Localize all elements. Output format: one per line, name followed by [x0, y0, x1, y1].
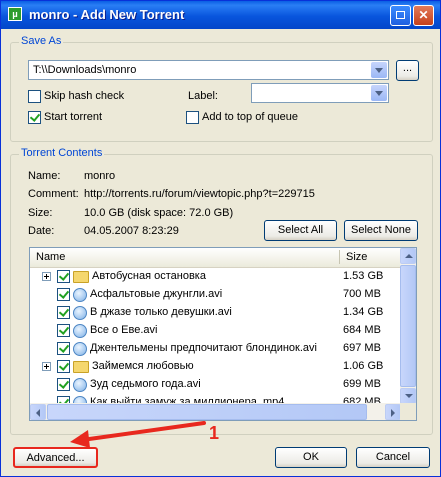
column-divider[interactable]: [339, 250, 340, 264]
date-key: Date:: [28, 225, 55, 237]
item-size: 699 MB: [343, 378, 381, 390]
item-name: В джазе только девушки.avi: [90, 306, 232, 318]
maximize-button[interactable]: [390, 5, 411, 26]
advanced-button[interactable]: Advanced...: [13, 447, 98, 468]
vertical-scroll-thumb[interactable]: [400, 265, 416, 387]
column-size-header[interactable]: Size: [346, 251, 367, 263]
media-file-icon: [73, 342, 87, 356]
cancel-button[interactable]: Cancel: [356, 447, 430, 468]
name-key: Name:: [28, 170, 61, 182]
torrent-contents-group-label: Torrent Contents: [19, 147, 105, 159]
list-item[interactable]: Джентельмены предпочитают блондинок.avi …: [30, 340, 401, 358]
item-size: 1.06 GB: [343, 360, 384, 372]
browse-button[interactable]: ...: [396, 60, 419, 81]
chevron-down-icon[interactable]: [371, 62, 387, 78]
title-bar[interactable]: μ monro - Add New Torrent ✕: [1, 1, 440, 29]
size-key: Size:: [28, 207, 53, 219]
item-name: Асфальтовые джунгли.avi: [90, 288, 223, 300]
chevron-down-icon[interactable]: [371, 85, 387, 101]
media-file-icon: [73, 306, 87, 320]
list-item[interactable]: Асфальтовые джунгли.avi 700 MB: [30, 286, 401, 304]
save-path-combo[interactable]: T:\\Downloads\monro: [28, 60, 389, 80]
horizontal-scrollbar[interactable]: [30, 403, 402, 420]
folder-icon: [73, 271, 89, 283]
media-file-icon: [73, 324, 87, 338]
scroll-corner: [400, 403, 416, 420]
item-size: 697 MB: [343, 342, 381, 354]
label-combo[interactable]: [251, 83, 389, 103]
media-file-icon: [73, 378, 87, 392]
add-top-queue-checkbox[interactable]: [186, 111, 199, 124]
expand-icon[interactable]: [42, 272, 51, 281]
list-item[interactable]: Все о Еве.avi 684 MB: [30, 322, 401, 340]
comment-key: Comment:: [28, 188, 79, 200]
ok-button[interactable]: OK: [275, 447, 347, 468]
scroll-right-icon[interactable]: [385, 404, 401, 420]
column-name-header[interactable]: Name: [36, 251, 65, 263]
item-name: Автобусная остановка: [92, 270, 206, 282]
scroll-down-icon[interactable]: [400, 388, 416, 404]
list-item[interactable]: В джазе только девушки.avi 1.34 GB: [30, 304, 401, 322]
utorrent-icon: μ: [8, 7, 22, 21]
item-checkbox[interactable]: [57, 378, 70, 391]
item-checkbox[interactable]: [57, 270, 70, 283]
list-item[interactable]: Зуд седьмого года.avi 699 MB: [30, 376, 401, 394]
window-title: monro - Add New Torrent: [29, 7, 185, 22]
vertical-scrollbar[interactable]: [400, 248, 416, 404]
add-torrent-dialog: μ monro - Add New Torrent ✕ Save As T:\\…: [0, 0, 441, 477]
scroll-left-icon[interactable]: [30, 404, 46, 420]
file-list[interactable]: Name Size Автобусная остановка 1.53 GB А…: [29, 247, 417, 421]
close-button[interactable]: ✕: [413, 5, 434, 26]
item-name: Займемся любовью: [92, 360, 194, 372]
item-size: 1.34 GB: [343, 306, 384, 318]
start-torrent-checkbox[interactable]: [28, 111, 41, 124]
scroll-up-icon[interactable]: [400, 248, 416, 264]
item-checkbox[interactable]: [57, 342, 70, 355]
media-file-icon: [73, 288, 87, 302]
start-torrent-label: Start torrent: [44, 111, 103, 123]
item-size: 700 MB: [343, 288, 381, 300]
item-size: 1.53 GB: [343, 270, 384, 282]
item-name: Зуд седьмого года.avi: [90, 378, 201, 390]
horizontal-scroll-thumb[interactable]: [47, 404, 367, 420]
item-name: Все о Еве.avi: [90, 324, 158, 336]
name-value: monro: [84, 170, 116, 182]
folder-icon: [73, 361, 89, 373]
item-checkbox[interactable]: [57, 360, 70, 373]
date-value: 04.05.2007 8:23:29: [84, 225, 179, 237]
annotation-number: 1: [209, 423, 220, 443]
list-item[interactable]: Автобусная остановка 1.53 GB: [30, 268, 401, 286]
expand-icon[interactable]: [42, 362, 51, 371]
size-value: 10.0 GB (disk space: 72.0 GB): [84, 207, 234, 219]
skip-hash-label: Skip hash check: [44, 90, 125, 102]
maximize-icon: [396, 11, 405, 19]
file-list-header: Name Size: [30, 248, 401, 268]
save-path-value: T:\\Downloads\monro: [33, 64, 137, 76]
comment-value: http://torrents.ru/forum/viewtopic.php?t…: [84, 188, 315, 200]
item-checkbox[interactable]: [57, 306, 70, 319]
save-as-group-label: Save As: [19, 35, 64, 47]
item-name: Джентельмены предпочитают блондинок.avi: [90, 342, 317, 354]
label-field-label: Label:: [188, 90, 218, 102]
item-checkbox[interactable]: [57, 288, 70, 301]
item-checkbox[interactable]: [57, 324, 70, 337]
add-top-queue-label: Add to top of queue: [202, 111, 299, 123]
list-item[interactable]: Займемся любовью 1.06 GB: [30, 358, 401, 376]
select-none-button[interactable]: Select None: [344, 220, 418, 241]
select-all-button[interactable]: Select All: [264, 220, 337, 241]
skip-hash-checkbox[interactable]: [28, 90, 41, 103]
item-size: 684 MB: [343, 324, 381, 336]
